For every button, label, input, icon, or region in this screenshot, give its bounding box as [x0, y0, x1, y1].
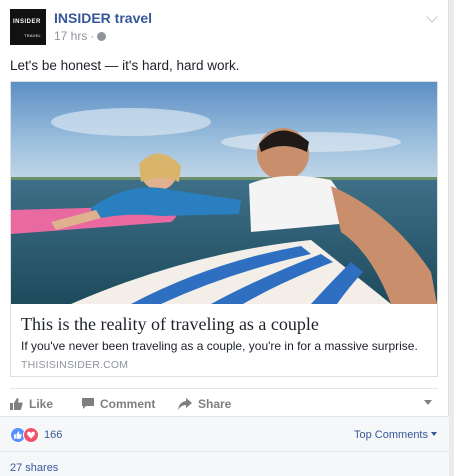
meta-separator: ·: [90, 29, 95, 43]
avatar-text-top: INSIDER: [13, 19, 41, 25]
post-text: Let's be honest — it's hard, hard work.: [10, 58, 240, 73]
shares-count-link[interactable]: 27 shares: [10, 462, 58, 474]
like-label: Like: [29, 397, 54, 411]
love-reaction-icon: [23, 427, 39, 443]
caret-down-icon: [431, 432, 437, 436]
link-preview-card[interactable]: This is the reality of traveling as a co…: [10, 81, 438, 377]
share-label: Share: [198, 397, 232, 411]
page-avatar[interactable]: INSIDER TRAVEL: [10, 9, 46, 45]
action-bar: Like Comment Share: [10, 388, 438, 416]
post-meta: 17 hrs ·: [54, 29, 107, 43]
link-preview-image[interactable]: [11, 82, 437, 304]
link-title[interactable]: This is the reality of traveling as a co…: [21, 314, 319, 335]
post-card: INSIDER TRAVEL INSIDER travel 17 hrs · L…: [0, 0, 449, 476]
chevron-down-icon[interactable]: [426, 11, 438, 23]
timestamp-link[interactable]: 17 hrs: [54, 29, 87, 43]
like-button[interactable]: Like: [10, 397, 53, 411]
reactions-bar: 166 Top Comments 27 shares: [0, 416, 449, 476]
share-arrow-icon: [178, 398, 192, 410]
post-header: INSIDER TRAVEL INSIDER travel 17 hrs ·: [10, 9, 440, 47]
comment-bubble-icon: [82, 398, 94, 409]
reaction-menu-caret-icon[interactable]: [424, 400, 432, 405]
reaction-icons[interactable]: [10, 427, 39, 443]
reaction-count-link[interactable]: 166: [44, 429, 62, 441]
top-comments-dropdown[interactable]: Top Comments: [354, 429, 437, 441]
share-button[interactable]: Share: [178, 397, 231, 411]
comment-button[interactable]: Comment: [82, 397, 155, 411]
link-domain: THISISINSIDER.COM: [21, 359, 129, 371]
divider: [0, 451, 449, 452]
globe-icon: [97, 31, 107, 41]
top-comments-label: Top Comments: [354, 429, 428, 441]
avatar-text-bottom: TRAVEL: [24, 33, 42, 38]
thumbs-up-icon: [10, 398, 23, 410]
page-name-link[interactable]: INSIDER travel: [54, 10, 152, 26]
link-description: If you've never been traveling as a coup…: [21, 339, 418, 353]
comment-label: Comment: [100, 397, 156, 411]
